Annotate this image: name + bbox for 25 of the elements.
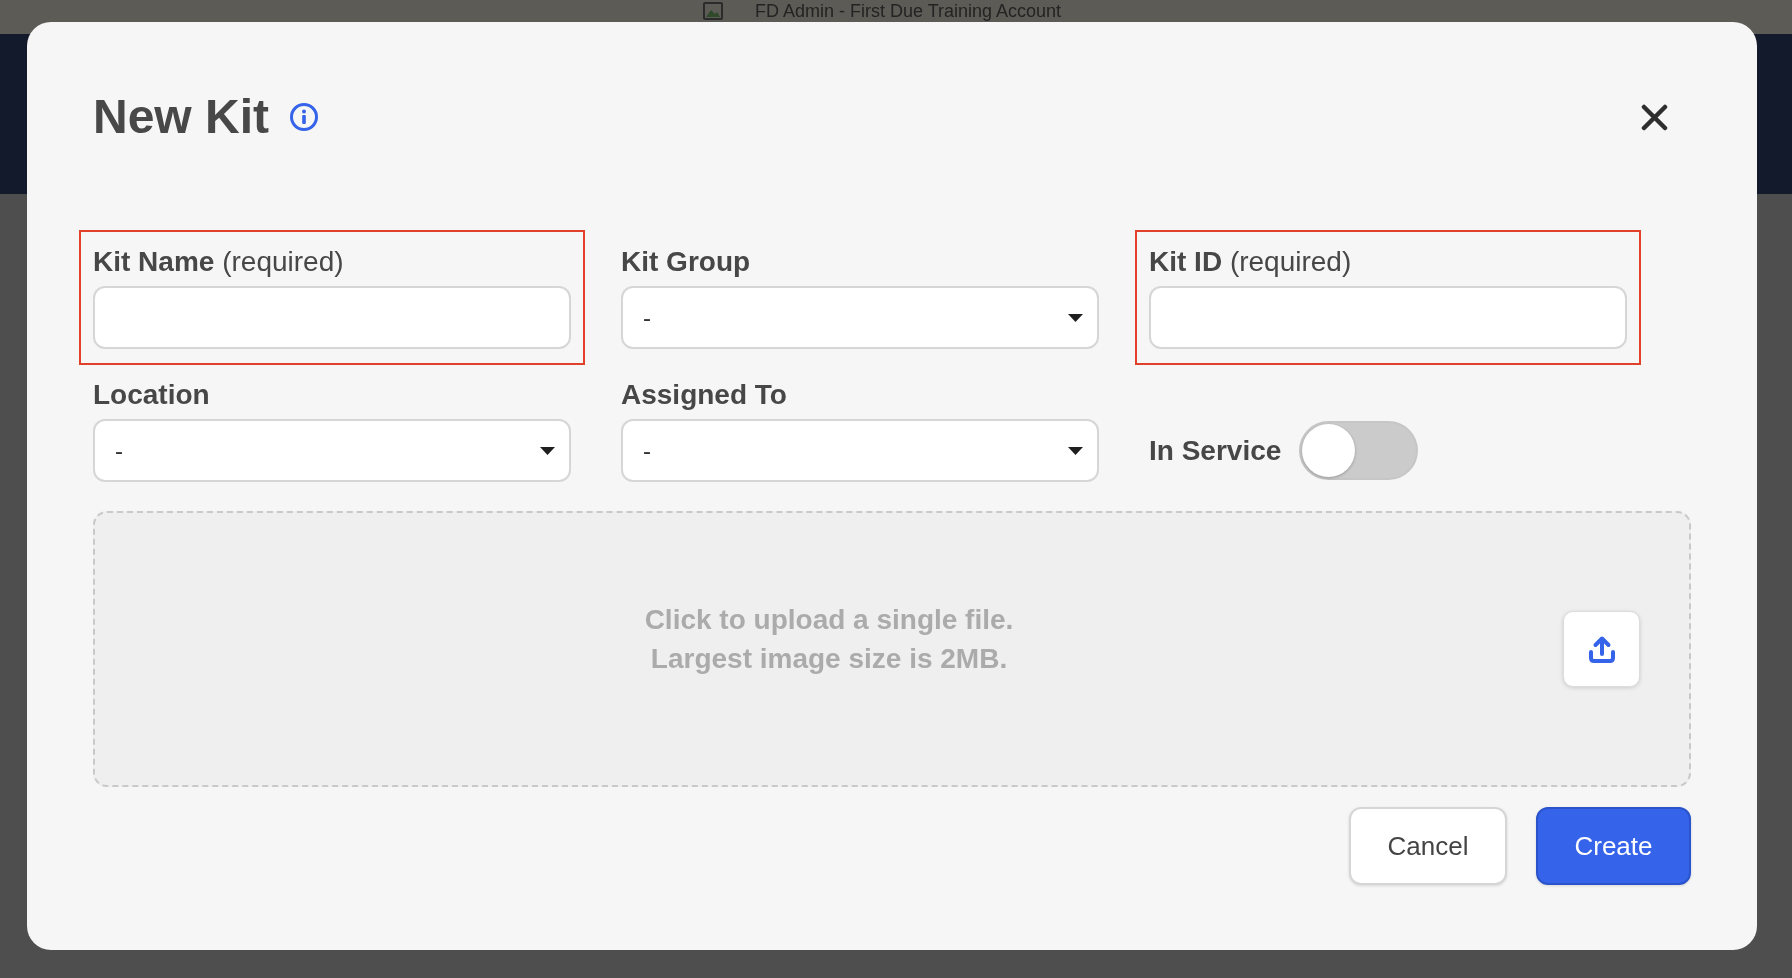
cancel-button[interactable]: Cancel — [1349, 807, 1507, 885]
dropdown[interactable]: - — [621, 286, 1099, 349]
caret-icon — [1068, 446, 1083, 455]
field-label: Kit ID (required) — [1149, 246, 1353, 278]
dropdown[interactable]: - — [93, 419, 571, 482]
info-icon[interactable] — [289, 102, 319, 132]
window-title: FD Admin - First Due Training Account — [755, 1, 1062, 21]
dialog-title: New Kit — [93, 89, 269, 145]
close-icon — [1641, 103, 1668, 131]
caret-icon — [540, 446, 555, 455]
field-label: Kit Name (required) — [93, 246, 345, 278]
field-label: Kit Group — [621, 246, 752, 278]
create-button[interactable]: Create — [1536, 807, 1691, 885]
field-label: Location — [93, 379, 211, 411]
close-button[interactable] — [1641, 103, 1668, 131]
text-input[interactable] — [1149, 286, 1627, 349]
upload-hint: Click to upload a single file. Largest image size is 2MB. — [644, 603, 1014, 676]
caret-icon — [1068, 313, 1083, 322]
upload-icon — [1586, 634, 1617, 664]
text-input[interactable] — [93, 286, 571, 349]
toggle-label: In Service — [1149, 434, 1282, 467]
image-icon — [703, 2, 723, 20]
field-label: Assigned To — [621, 379, 788, 411]
upload-button[interactable] — [1563, 611, 1640, 687]
dropdown[interactable]: - — [621, 419, 1099, 482]
